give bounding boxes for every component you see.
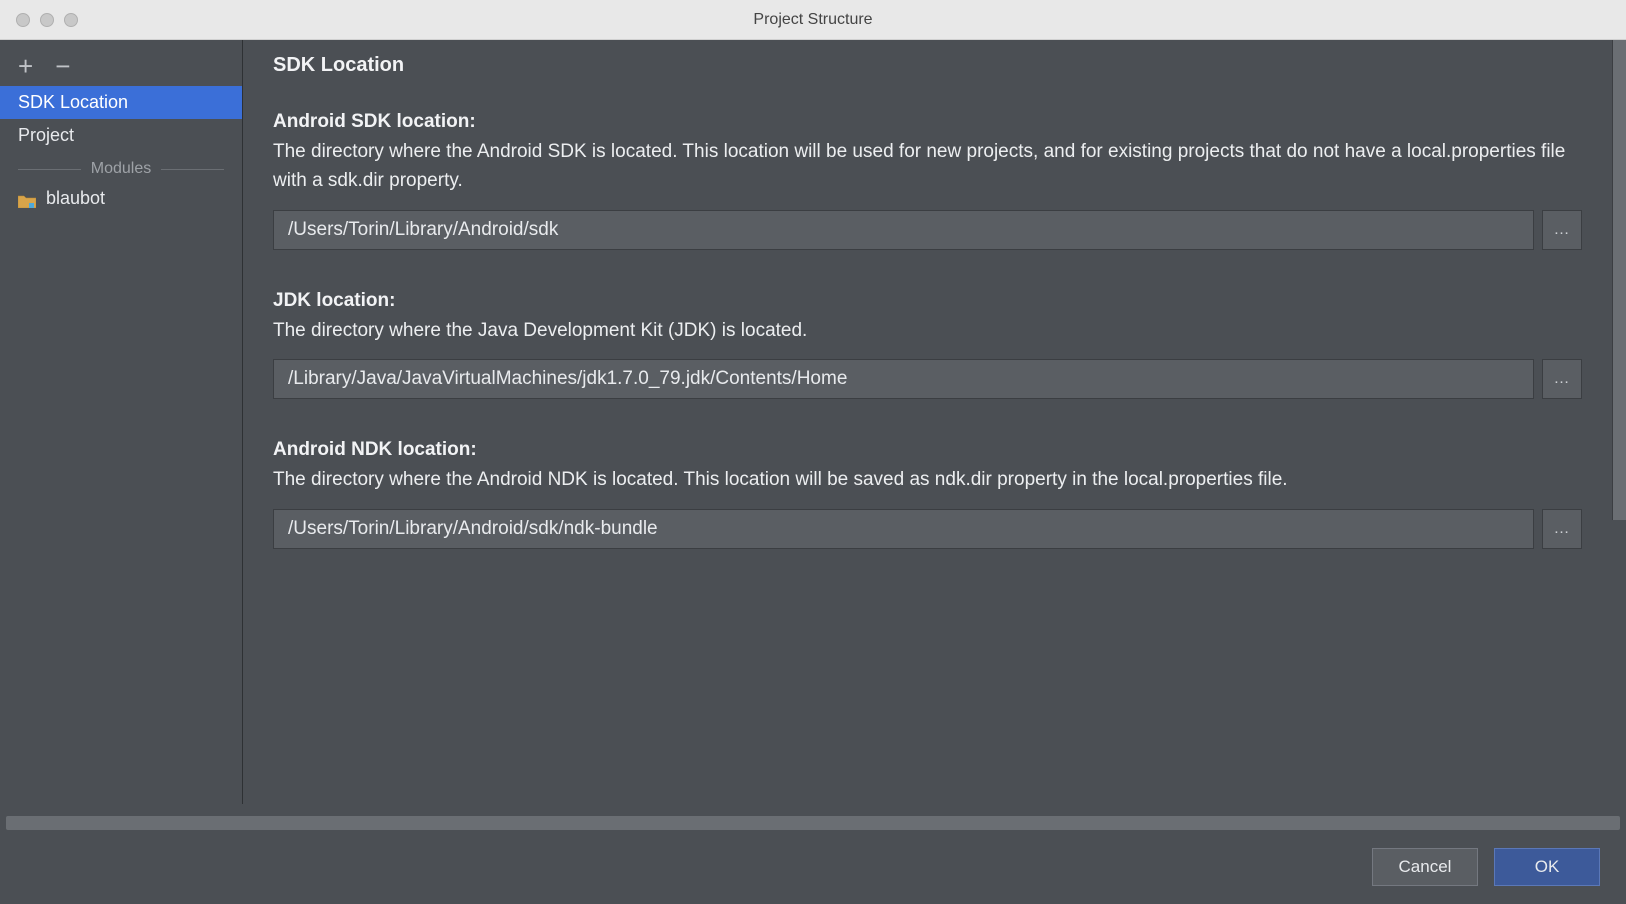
android-ndk-path-input[interactable] — [273, 509, 1534, 549]
cancel-button[interactable]: Cancel — [1372, 848, 1478, 886]
ok-button-label: OK — [1535, 857, 1560, 876]
android-ndk-label: Android NDK location: — [273, 439, 1582, 461]
sidebar-item-label: Project — [18, 125, 74, 145]
module-item-label: blaubot — [46, 188, 105, 209]
android-ndk-browse-button[interactable]: … — [1542, 509, 1582, 549]
zoom-window-button[interactable] — [64, 13, 78, 27]
page-title: SDK Location — [273, 54, 1582, 77]
sidebar-item-sdk-location[interactable]: SDK Location — [0, 86, 242, 119]
project-structure-window: Project Structure + − SDK Location Proje… — [0, 0, 1626, 904]
minimize-window-button[interactable] — [40, 13, 54, 27]
module-item-blaubot[interactable]: blaubot — [0, 184, 242, 213]
android-sdk-path-row: … — [273, 210, 1582, 250]
ellipsis-icon: … — [1554, 370, 1571, 388]
jdk-description: The directory where the Java Development… — [273, 316, 1582, 345]
jdk-path-row: … — [273, 359, 1582, 399]
android-ndk-path-row: … — [273, 509, 1582, 549]
sidebar: + − SDK Location Project Modules — [0, 40, 243, 804]
remove-button[interactable]: − — [55, 56, 70, 76]
android-sdk-path-input[interactable] — [273, 210, 1534, 250]
section-android-sdk: Android SDK location: The directory wher… — [273, 111, 1582, 250]
cancel-button-label: Cancel — [1399, 857, 1452, 876]
section-android-ndk: Android NDK location: The directory wher… — [273, 439, 1582, 548]
modules-header-label: Modules — [91, 160, 151, 178]
sidebar-item-label: SDK Location — [18, 92, 128, 112]
android-sdk-label: Android SDK location: — [273, 111, 1582, 133]
android-sdk-description: The directory where the Android SDK is l… — [273, 137, 1582, 196]
vertical-scrollbar[interactable] — [1612, 40, 1626, 520]
ok-button[interactable]: OK — [1494, 848, 1600, 886]
jdk-path-input[interactable] — [273, 359, 1534, 399]
window-controls — [0, 13, 78, 27]
horizontal-scrollbar[interactable] — [6, 816, 1620, 830]
jdk-label: JDK location: — [273, 290, 1582, 312]
dialog-button-bar: Cancel OK — [0, 830, 1626, 904]
section-jdk: JDK location: The directory where the Ja… — [273, 290, 1582, 399]
sidebar-item-project[interactable]: Project — [0, 119, 242, 152]
content-scroll: SDK Location Android SDK location: The d… — [273, 54, 1626, 804]
content-area: SDK Location Android SDK location: The d… — [243, 40, 1626, 804]
ellipsis-icon: … — [1554, 221, 1571, 239]
close-window-button[interactable] — [16, 13, 30, 27]
window-title: Project Structure — [753, 11, 872, 29]
sidebar-toolbar: + − — [0, 50, 242, 86]
ellipsis-icon: … — [1554, 520, 1571, 538]
dialog-body: + − SDK Location Project Modules — [0, 40, 1626, 904]
android-sdk-browse-button[interactable]: … — [1542, 210, 1582, 250]
jdk-browse-button[interactable]: … — [1542, 359, 1582, 399]
sidebar-list: SDK Location Project Modules — [0, 86, 242, 213]
modules-section-header: Modules — [0, 152, 242, 184]
android-ndk-description: The directory where the Android NDK is l… — [273, 465, 1582, 494]
titlebar: Project Structure — [0, 0, 1626, 40]
add-button[interactable]: + — [18, 56, 33, 76]
main-split: + − SDK Location Project Modules — [0, 40, 1626, 804]
module-folder-icon — [18, 192, 36, 206]
